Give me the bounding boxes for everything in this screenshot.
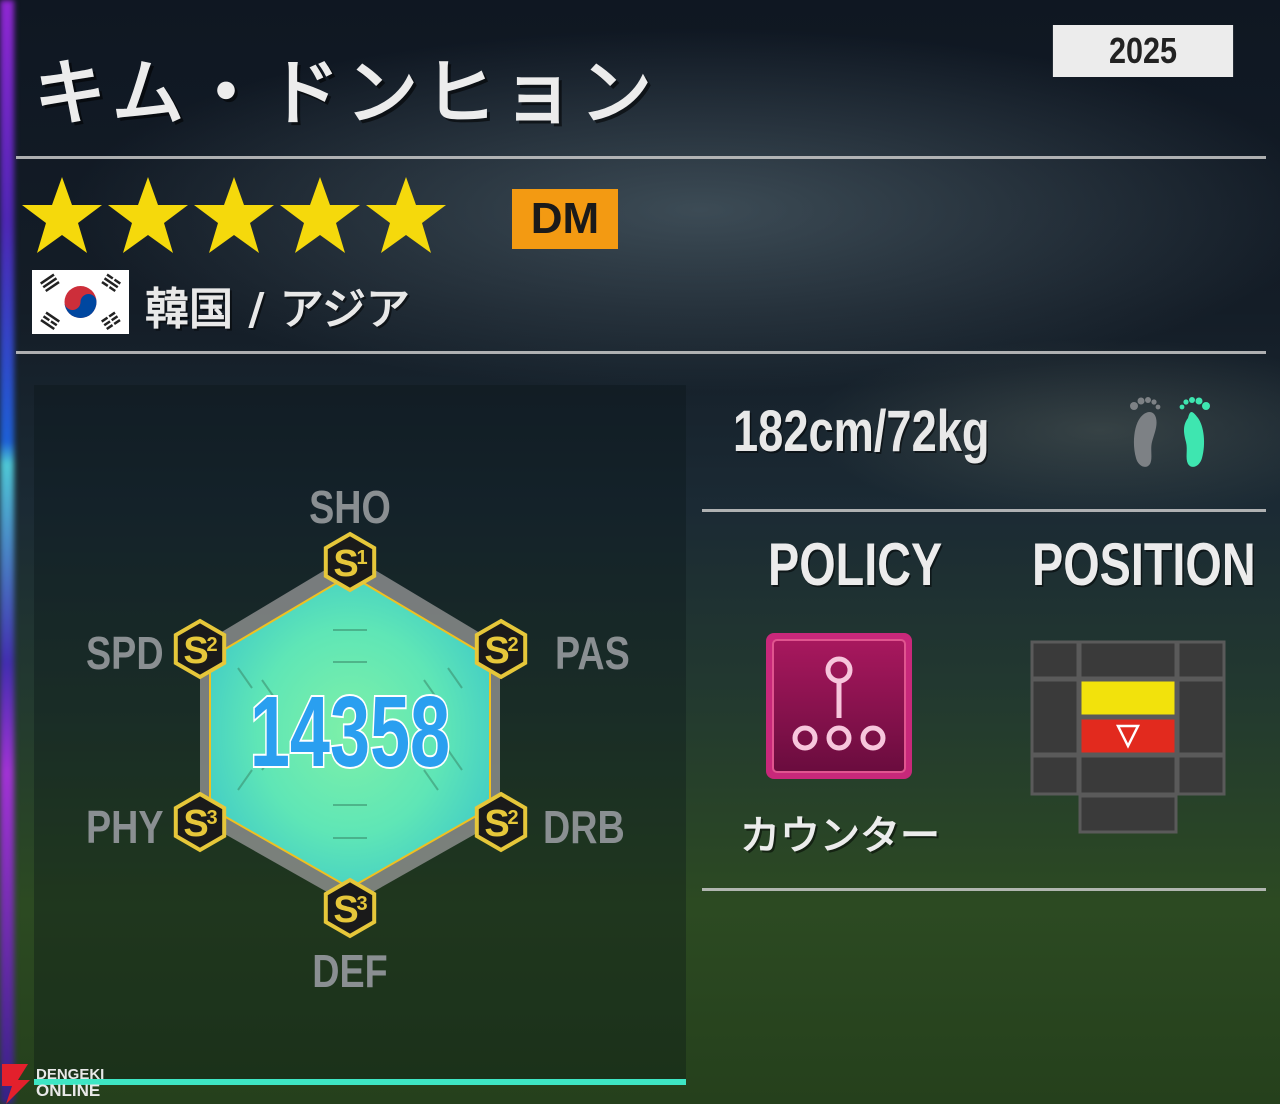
grade-letter-pas: S [484, 630, 509, 672]
preferred-foot-icon [1130, 397, 1210, 467]
grade-number-drb: 2 [507, 807, 518, 829]
grade-badge-drb: S2 [474, 791, 528, 853]
position-map [1030, 640, 1226, 834]
grade-number-phy: 3 [206, 807, 217, 829]
grade-letter-sho: S [333, 543, 358, 585]
height-weight-text: 182cm/72kg [733, 399, 990, 464]
counter-formation-icon [766, 633, 912, 779]
grade-letter-drb: S [484, 803, 509, 845]
panel-accent-bar [34, 1079, 686, 1085]
logo-line2: ONLINE [36, 1081, 100, 1100]
stat-label-def: DEF [312, 945, 388, 997]
grade-number-pas: 2 [507, 634, 518, 656]
grade-number-def: 3 [356, 893, 367, 915]
stat-label-spd: SPD [86, 627, 164, 679]
position-heading: POSITION [1032, 531, 1256, 598]
grade-badge-spd: S2 [173, 618, 227, 680]
grade-letter-phy: S [183, 803, 208, 845]
grade-badge-phy: S3 [173, 791, 227, 853]
policy-name: カウンター [740, 813, 940, 859]
grade-badge-sho: S1 [323, 531, 377, 593]
grade-badge-pas: S2 [474, 618, 528, 680]
divider-right-bottom [702, 888, 1266, 891]
grade-letter-spd: S [183, 630, 208, 672]
policy-heading: POLICY [768, 531, 943, 598]
position-zone-primary [1078, 678, 1178, 718]
stat-label-drb: DRB [543, 801, 625, 853]
grade-number-sho: 1 [356, 547, 367, 569]
total-power-value: 14358 [248, 674, 451, 790]
divider-right-top [702, 509, 1266, 512]
dengeki-online-logo: DENGEKI ONLINE [2, 1064, 104, 1104]
grade-letter-def: S [333, 889, 358, 931]
grade-number-spd: 2 [206, 634, 217, 656]
stat-label-sho: SHO [309, 481, 391, 533]
stat-label-phy: PHY [86, 801, 164, 853]
grade-badge-def: S3 [323, 877, 377, 939]
stat-label-pas: PAS [555, 627, 630, 679]
